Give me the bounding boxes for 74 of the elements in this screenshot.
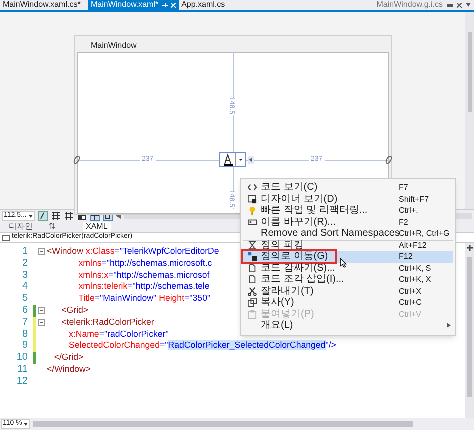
line-number: 8 — [21, 328, 29, 340]
line-number: 4 — [21, 281, 29, 294]
line-number: 12 — [16, 376, 29, 388]
collapse-icon[interactable] — [38, 307, 45, 314]
preview-tab[interactable]: MainWindow.g.i.cs — [374, 0, 474, 10]
code-icon — [248, 183, 256, 192]
snippet-icon — [248, 275, 256, 284]
menu-item[interactable]: 복사(Y) Ctrl+C — [243, 297, 453, 308]
pin-icon[interactable] — [447, 2, 453, 8]
document-tab[interactable]: MainWindow.xaml* — [88, 0, 179, 10]
line-number: 11 — [16, 364, 29, 376]
designer-icon — [248, 194, 256, 204]
line-number: 9 — [21, 340, 29, 352]
code-line: Title="MainWindow" Height="350" — [78, 293, 211, 305]
effects-icon[interactable] — [38, 211, 48, 221]
document-tab[interactable]: MainWindow.xaml.cs* — [0, 0, 88, 10]
code-line: xmlns="http://schemas.microsoft.c — [78, 258, 212, 270]
code-line: x:Name="radColorPicker" — [68, 328, 169, 340]
pin-icon[interactable] — [162, 2, 168, 8]
vertical-scrollbar[interactable] — [465, 12, 474, 209]
code-line: <telerik:RadColorPicker — [60, 316, 154, 329]
mouse-cursor-icon — [340, 258, 347, 268]
resize-handle-icon[interactable] — [385, 155, 393, 165]
peek-icon — [248, 241, 256, 250]
code-line: <Window x:Class="TelerikWpfColorEditorDe — [47, 246, 220, 258]
paste-icon — [248, 310, 256, 319]
color-picker-control[interactable] — [219, 152, 255, 168]
rename-icon — [248, 218, 256, 227]
view-tab[interactable]: 디자인 — [6, 222, 36, 232]
grid-icon[interactable] — [64, 211, 74, 221]
line-number: 5 — [21, 293, 29, 305]
line-number: 6 — [21, 304, 29, 317]
dropdown-icon[interactable] — [466, 3, 471, 7]
view-tab[interactable]: XAML — [83, 222, 111, 232]
menu-item[interactable]: 코드 보기(C) F7 — [243, 182, 453, 194]
line-number: 10 — [16, 352, 29, 364]
lightbulb-icon — [248, 206, 256, 216]
collapse-icon[interactable] — [38, 319, 45, 326]
document-tab[interactable]: App.xaml.cs — [178, 0, 228, 10]
split-icon[interactable] — [466, 245, 472, 251]
line-number: 2 — [21, 258, 29, 270]
dropdown-icon — [24, 422, 28, 426]
view-tab[interactable]: ⇅ — [46, 222, 59, 232]
code-line: </Window> — [47, 364, 92, 376]
code-line: </Grid> — [53, 352, 84, 364]
copy-icon — [248, 298, 256, 308]
go-to-definition-icon — [248, 252, 256, 262]
line-number: 3 — [21, 270, 29, 282]
menu-item[interactable]: 코드 조각 삽입(I)... Ctrl+K, X — [243, 274, 453, 286]
dropdown-icon — [28, 214, 33, 218]
menu-item[interactable]: 이름 바꾸기(R)... F2 — [243, 216, 453, 228]
window-title: MainWindow — [91, 41, 137, 51]
menu-item[interactable]: 빠른 작업 및 리팩터링... Ctrl+. — [243, 205, 453, 216]
menu-item[interactable]: 디자이너 보기(D) Shift+F7 — [243, 194, 453, 205]
code-line: xmlns:telerik="http://schemas.tele — [78, 281, 210, 294]
line-number: 7 — [21, 316, 29, 329]
resize-handle-icon[interactable] — [73, 155, 81, 165]
grid-icon[interactable] — [50, 211, 61, 221]
horizontal-scrollbar[interactable] — [33, 421, 413, 427]
scissors-icon — [248, 286, 256, 296]
element-icon — [2, 234, 10, 240]
snippet-icon — [248, 264, 256, 273]
close-icon[interactable] — [457, 2, 462, 8]
menu-item[interactable]: 정의로 이동(G) F12 — [243, 251, 453, 262]
line-number: 1 — [21, 246, 29, 258]
code-line: SelectedColorChanged="RadColorPicker_SelectedColorChanged"/> — [68, 340, 336, 352]
collapse-icon[interactable] — [38, 248, 45, 256]
vertical-scrollbar[interactable] — [465, 243, 474, 418]
menu-item[interactable]: 코드 감싸기(S)... Ctrl+K, S — [243, 262, 453, 274]
menu-item[interactable]: 잘라내기(T) Ctrl+X — [243, 286, 453, 297]
code-line: xmlns:x="http://schemas.microsof — [78, 270, 210, 282]
menu-item[interactable]: 개요(L) — [243, 320, 453, 332]
collapse-icon[interactable] — [116, 213, 121, 219]
code-line: <Grid> — [60, 304, 89, 317]
